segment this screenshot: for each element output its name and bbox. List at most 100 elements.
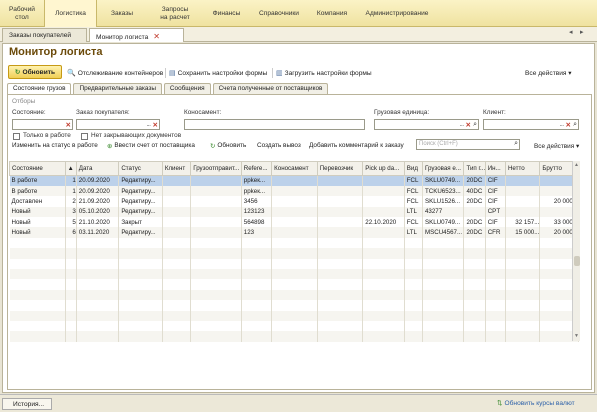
empty-cell (317, 289, 364, 301)
table-row[interactable]: В работе 1 20.09.2020 Редактиру... ррkек... F… (9, 175, 579, 186)
update-currency-link[interactable]: ⇅ Обновить курсы валют (497, 399, 575, 407)
table-cell (317, 217, 364, 228)
scroll-thumb[interactable] (574, 256, 580, 266)
col-header-pickup-date[interactable]: Pick up da... (362, 161, 405, 176)
table-vertical-scrollbar[interactable]: ▲ ▼ (572, 161, 580, 341)
empty-cell (317, 300, 364, 311)
tab-cargo-state[interactable]: Состояние грузов (7, 83, 72, 94)
empty-cell (505, 331, 541, 342)
clear-icon[interactable]: ✕ (566, 121, 572, 129)
in-work-checkbox[interactable] (13, 133, 20, 140)
nav-company[interactable]: Компания (308, 0, 356, 27)
empty-cell (317, 279, 364, 290)
nav-requests[interactable]: Запросы на расчет (147, 0, 203, 27)
state-field[interactable]: ✕ (12, 119, 73, 130)
history-button[interactable]: История... (2, 398, 52, 410)
empty-row (9, 279, 579, 290)
empty-cell (241, 279, 273, 290)
no-closing-docs-checkbox[interactable] (81, 133, 88, 140)
scroll-up-icon[interactable]: ▲ (574, 162, 579, 168)
create-export-button[interactable]: Создать вывоз (257, 140, 301, 151)
table-refresh-button[interactable]: ↻ Обновить (210, 140, 246, 151)
enter-invoice-button[interactable]: ⊕ Ввести счет от поставщика (107, 140, 195, 151)
tab-next-icon[interactable]: ▸ (580, 28, 584, 36)
tab-preliminary-orders[interactable]: Предварительные заказы (73, 83, 162, 94)
nav-desktop[interactable]: Рабочий стол (0, 0, 44, 27)
col-header-net[interactable]: Нетто (504, 161, 541, 176)
table-cell: MSCU4567... (422, 227, 465, 238)
col-header-type[interactable]: Вид (403, 161, 423, 176)
col-header-reference[interactable]: Refere... (240, 161, 273, 176)
empty-cell (162, 300, 192, 311)
cargo-unit-field[interactable]: ... ✕ ⌕ (374, 119, 479, 130)
nav-finance[interactable]: Финансы (203, 0, 250, 27)
nav-logistics[interactable]: Логистика (44, 0, 97, 27)
col-header-carrier[interactable]: Перевозчик (316, 161, 364, 176)
ellipsis-icon[interactable]: ... (560, 121, 565, 128)
col-header-number[interactable]: ▲ (64, 161, 77, 176)
add-comment-button[interactable]: Добавить комментарий к заказу (309, 140, 404, 151)
empty-cell (190, 320, 242, 332)
col-header-incoterms[interactable]: Ин... (484, 161, 506, 176)
client-field[interactable]: ... ✕ ⌕ (483, 119, 579, 130)
empty-cell (362, 258, 405, 270)
table-cell (162, 227, 192, 238)
search-icon[interactable]: ⌕ (514, 140, 518, 148)
tab-list-icon[interactable]: ◂ (569, 28, 573, 36)
table-row[interactable]: В работе 1 20.09.2020 Редактиру... ррkек... F… (9, 185, 579, 197)
table-cell (362, 196, 405, 207)
table-row[interactable]: Новый 3 05.10.2020 Редактиру... 123123 LTL 432… (9, 206, 579, 218)
toolbar-divider (165, 68, 166, 78)
all-actions-menu[interactable]: Все действия ▾ (525, 67, 572, 79)
col-header-consignment[interactable]: Коносамент (271, 161, 318, 176)
currency-label: Обновить курсы валют (504, 400, 575, 407)
table-search-input[interactable]: Поиск (Ctrl+F) ⌕ (416, 139, 520, 150)
empty-cell (317, 237, 364, 249)
search-icon[interactable]: ⌕ (573, 121, 577, 129)
empty-cell (463, 310, 486, 321)
clear-icon[interactable]: ✕ (65, 121, 71, 129)
table-row[interactable]: Новый 5 21.10.2020 Закрыт 564898 22.10.2020 FC… (9, 217, 579, 228)
save-settings-button[interactable]: ▤ Сохранить настройки формы (169, 67, 267, 79)
consignment-field[interactable] (184, 119, 365, 130)
clear-icon[interactable]: ✕ (466, 121, 472, 129)
table-row[interactable]: Новый 6 03.11.2020 Редактиру... 123 LTL MSCU45… (9, 227, 579, 238)
col-header-shipper[interactable]: Грузоотправит... (190, 161, 242, 176)
clear-icon[interactable]: ✕ (152, 121, 158, 129)
nav-references[interactable]: Справочники (250, 0, 308, 27)
empty-cell (65, 310, 77, 321)
load-settings-button[interactable]: ▥ Загрузить настройки формы (276, 67, 372, 79)
col-header-date[interactable]: Дата (75, 161, 120, 176)
col-header-cargo-unit[interactable]: Грузовая е... (421, 161, 465, 176)
close-tab-icon[interactable]: ✕ (153, 32, 160, 41)
tab-supplier-invoices[interactable]: Счета полученные от поставщиков (212, 83, 329, 94)
table-header-row: Состояние ▲ Дата Статус Клиент Грузоотпр… (9, 161, 579, 176)
track-containers-button[interactable]: 🔍 Отслеживание контейнеров (67, 67, 163, 79)
tab-messages[interactable]: Сообщения (163, 83, 211, 94)
refresh-button[interactable]: ↻ Обновить (8, 65, 62, 79)
empty-row (9, 269, 579, 280)
col-header-container-type[interactable]: Тип г... (463, 161, 486, 176)
change-status-button[interactable]: Изменить на статус в работе (12, 140, 98, 151)
table-cell: 43277 (422, 206, 465, 218)
nav-administration[interactable]: Администрирование (356, 0, 438, 27)
ellipsis-icon[interactable]: ... (460, 121, 465, 128)
col-header-status[interactable]: Статус (118, 161, 163, 176)
window-tab-buyer-orders[interactable]: Заказы покупателей (2, 28, 87, 42)
table-cell (271, 227, 318, 238)
buyer-order-field[interactable]: ... ✕ (76, 119, 160, 130)
empty-cell (362, 279, 405, 290)
scroll-down-icon[interactable]: ▼ (574, 333, 579, 339)
cargo-state-table: Состояние ▲ Дата Статус Клиент Грузоотпр… (9, 161, 579, 342)
ellipsis-icon[interactable]: ... (146, 121, 151, 128)
empty-cell (485, 289, 506, 301)
table-row[interactable]: Доставлен 2 21.09.2020 Редактиру... 3456 FCL S… (9, 196, 579, 207)
col-header-state[interactable]: Состояние (9, 161, 66, 176)
table-all-actions-menu[interactable]: Все действия ▾ (534, 140, 579, 151)
window-tab-logist-monitor[interactable]: Монитор логиста ✕ (89, 28, 184, 42)
col-header-client[interactable]: Клиент (161, 161, 192, 176)
search-icon[interactable]: ⌕ (473, 121, 477, 129)
table-cell (190, 227, 242, 238)
nav-orders[interactable]: Заказы (97, 0, 147, 27)
table-cell (505, 185, 541, 197)
